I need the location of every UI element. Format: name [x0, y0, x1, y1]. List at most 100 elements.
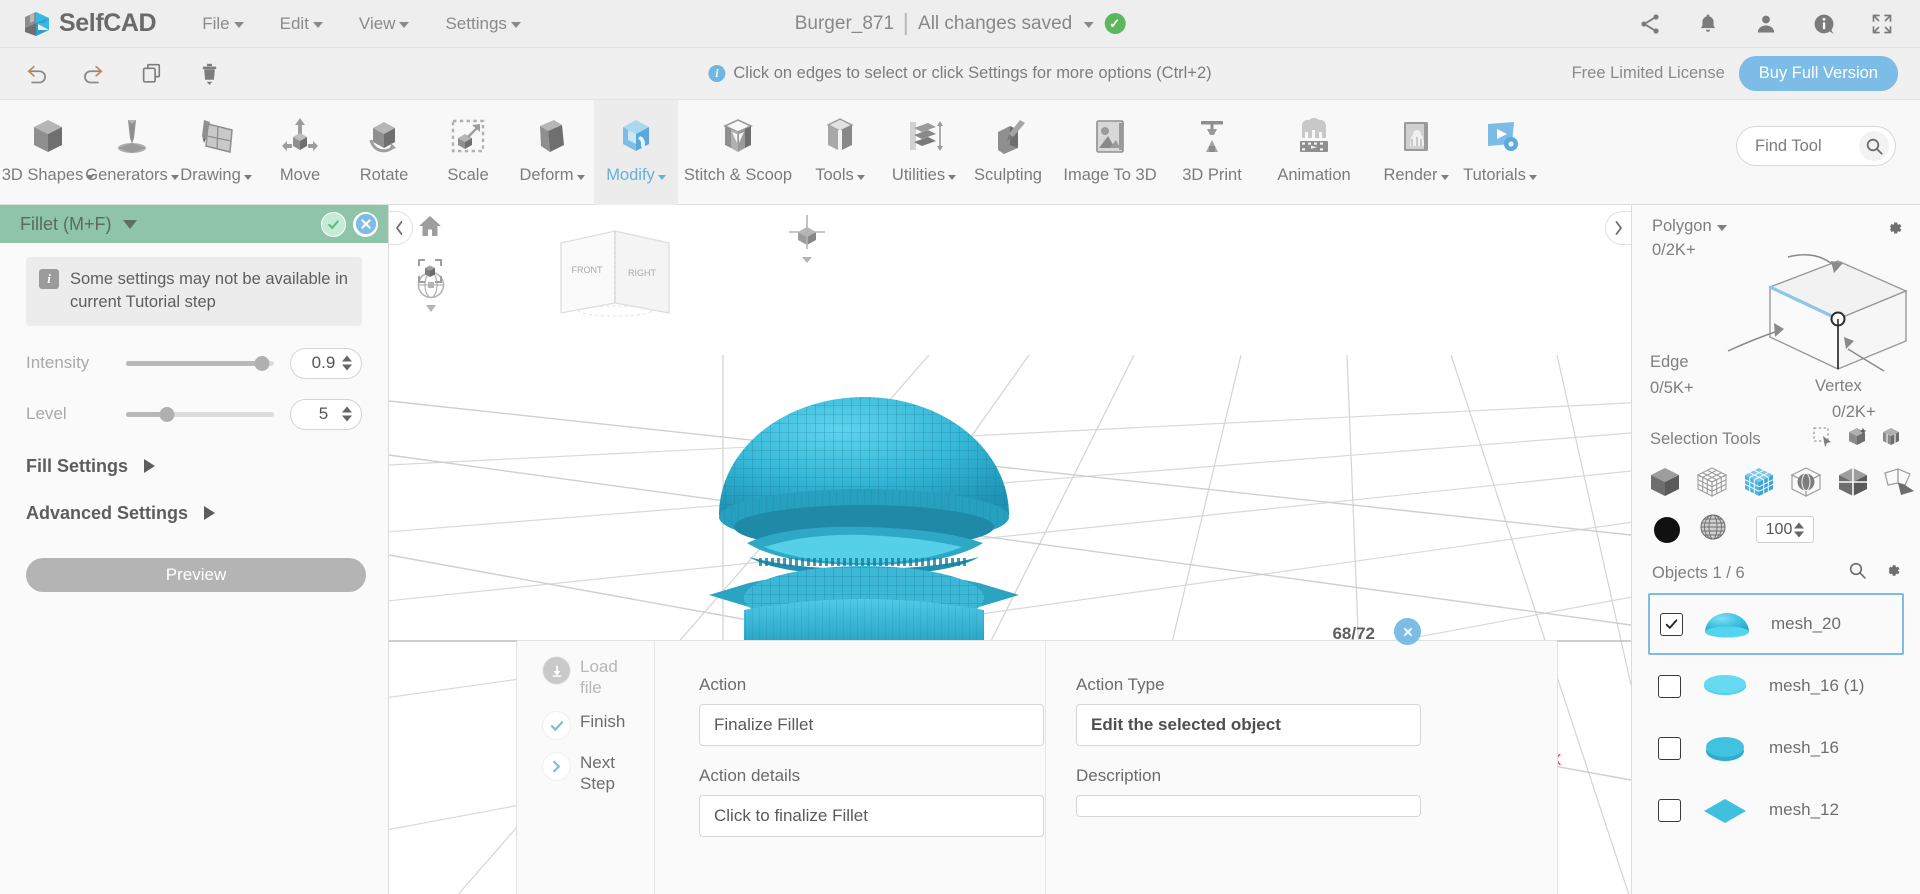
stitch-scoop-icon: [714, 108, 762, 164]
slider-knob[interactable]: [254, 355, 270, 371]
tool-tools[interactable]: Tools: [798, 100, 882, 205]
pan-gizmo[interactable]: [781, 213, 833, 270]
menu-item-file[interactable]: File: [184, 8, 261, 40]
fit-to-view-icon[interactable]: [417, 258, 443, 289]
chevron-up-icon[interactable]: [342, 355, 352, 362]
tool-scale[interactable]: Scale: [426, 100, 510, 205]
chevron-down-icon[interactable]: [1794, 531, 1804, 537]
object-checkbox[interactable]: [1658, 798, 1681, 822]
sphere-in-cube-icon[interactable]: [1789, 465, 1823, 499]
face-unfold-icon[interactable]: [1883, 465, 1917, 499]
texture-sphere-icon[interactable]: [1698, 512, 1728, 547]
fill-settings-section[interactable]: Fill Settings: [26, 456, 362, 477]
polygon-selector[interactable]: Polygon: [1652, 217, 1727, 236]
chevron-up-icon[interactable]: [342, 406, 352, 413]
document-title[interactable]: Burger_871: [795, 13, 894, 35]
buy-full-version-button[interactable]: Buy Full Version: [1738, 56, 1898, 91]
description-field[interactable]: [1076, 795, 1421, 817]
color-swatch[interactable]: [1654, 516, 1680, 543]
preview-button[interactable]: Preview: [26, 557, 366, 592]
action-field[interactable]: Finalize Fillet: [699, 704, 1044, 746]
box-select-icon[interactable]: [1880, 426, 1902, 453]
delete-icon[interactable]: [197, 61, 222, 87]
tool-utilities[interactable]: Utilities: [882, 100, 966, 205]
stepper-arrows[interactable]: [342, 406, 352, 422]
object-row-mesh-20[interactable]: mesh_20: [1648, 593, 1904, 655]
collapse-right-panel-button[interactable]: [1605, 211, 1631, 245]
fullscreen-icon[interactable]: [1870, 12, 1894, 36]
sculpting-brush-icon: [984, 108, 1032, 164]
brand-logo[interactable]: SelfCAD: [0, 9, 157, 39]
tool-stitch-scoop[interactable]: Stitch & Scoop: [678, 100, 798, 205]
close-tutorial-button[interactable]: [1394, 618, 1421, 645]
menu-item-edit[interactable]: Edit: [262, 8, 341, 40]
edge-mode-icon[interactable]: [1836, 465, 1870, 499]
tutorial-step-finish[interactable]: Finish: [543, 712, 654, 740]
apply-button[interactable]: [321, 211, 346, 237]
object-row-mesh-16[interactable]: mesh_16: [1648, 717, 1904, 779]
polygon-mode-icon[interactable]: [1742, 465, 1776, 499]
share-icon[interactable]: [1638, 12, 1662, 36]
close-panel-button[interactable]: [353, 211, 378, 237]
tool-3d-shapes[interactable]: 3D Shapes: [2, 100, 95, 205]
object-checkbox[interactable]: [1658, 674, 1681, 698]
selfcad-logo-icon: [22, 9, 52, 39]
stepper-arrows[interactable]: [1794, 522, 1804, 537]
advanced-settings-section[interactable]: Advanced Settings: [26, 503, 362, 524]
bell-icon[interactable]: [1696, 12, 1720, 36]
info-icon[interactable]: [1812, 12, 1836, 36]
add-select-icon[interactable]: [1846, 426, 1868, 453]
tool-deform[interactable]: Deform: [510, 100, 594, 205]
wireframe-mode-icon[interactable]: [1695, 465, 1729, 499]
tutorial-step-load-file[interactable]: Load file: [543, 657, 654, 698]
slider-knob[interactable]: [159, 406, 175, 422]
tool-animation[interactable]: Animation: [1254, 100, 1374, 205]
object-checkbox[interactable]: [1660, 612, 1683, 636]
tool-rotate[interactable]: Rotate: [342, 100, 426, 205]
chevron-down-icon[interactable]: [342, 415, 352, 422]
tool-modify[interactable]: Modify: [594, 100, 678, 205]
redo-icon[interactable]: [81, 60, 108, 87]
opacity-value[interactable]: 100: [1757, 521, 1813, 539]
menu-item-settings[interactable]: Settings: [427, 8, 538, 40]
level-stepper[interactable]: 5: [290, 398, 362, 430]
home-icon[interactable]: [417, 213, 443, 244]
opacity-stepper[interactable]: 100: [1756, 516, 1814, 543]
tool-generators[interactable]: Generators: [85, 100, 179, 205]
chevron-down-icon[interactable]: [1083, 22, 1094, 28]
action-details-field[interactable]: Click to finalize Fillet: [699, 795, 1044, 837]
marquee-select-icon[interactable]: [1812, 426, 1834, 453]
tool-drawing[interactable]: Drawing: [174, 100, 258, 205]
object-row-mesh-16-1[interactable]: mesh_16 (1): [1648, 655, 1904, 717]
object-checkbox[interactable]: [1658, 736, 1681, 760]
chevron-down-icon[interactable]: [342, 364, 352, 371]
stepper-arrows[interactable]: [342, 355, 352, 371]
menu-item-view[interactable]: View: [341, 8, 428, 40]
tool-3d-print[interactable]: 3D Print: [1170, 100, 1254, 205]
image-to-3d-icon: [1086, 108, 1134, 164]
tool-tutorials[interactable]: Tutorials: [1458, 100, 1542, 205]
tool-sculpting[interactable]: Sculpting: [966, 100, 1050, 205]
intensity-stepper[interactable]: 0.9: [290, 347, 362, 379]
chevron-down-icon[interactable]: [122, 219, 137, 229]
level-slider[interactable]: [126, 403, 274, 425]
undo-icon[interactable]: [22, 60, 49, 87]
copy-icon[interactable]: [140, 61, 165, 86]
intensity-slider[interactable]: [126, 352, 274, 374]
tool-3d-shapes-label: 3D Shapes: [1, 166, 84, 184]
view-cube[interactable]: FRONT RIGHT: [551, 225, 681, 340]
gear-icon[interactable]: [1883, 561, 1902, 585]
action-type-field[interactable]: Edit the selected object: [1076, 704, 1421, 746]
find-tool-search[interactable]: Find Tool: [1736, 126, 1896, 166]
tool-image-to-3d[interactable]: Image To 3D: [1050, 100, 1170, 205]
objects-list: mesh_20 mesh_16 (1) mesh_16 mesh_12: [1632, 593, 1920, 841]
tool-utilities-label: Utilities: [891, 166, 946, 184]
chevron-up-icon[interactable]: [1794, 522, 1804, 528]
search-icon[interactable]: [1848, 561, 1867, 585]
tool-move[interactable]: Move: [258, 100, 342, 205]
tutorial-step-next[interactable]: Next Step: [543, 753, 654, 794]
object-mode-icon[interactable]: [1648, 465, 1682, 499]
tool-render[interactable]: Render: [1374, 100, 1458, 205]
object-row-mesh-12[interactable]: mesh_12: [1648, 779, 1904, 841]
user-icon[interactable]: [1754, 12, 1778, 36]
